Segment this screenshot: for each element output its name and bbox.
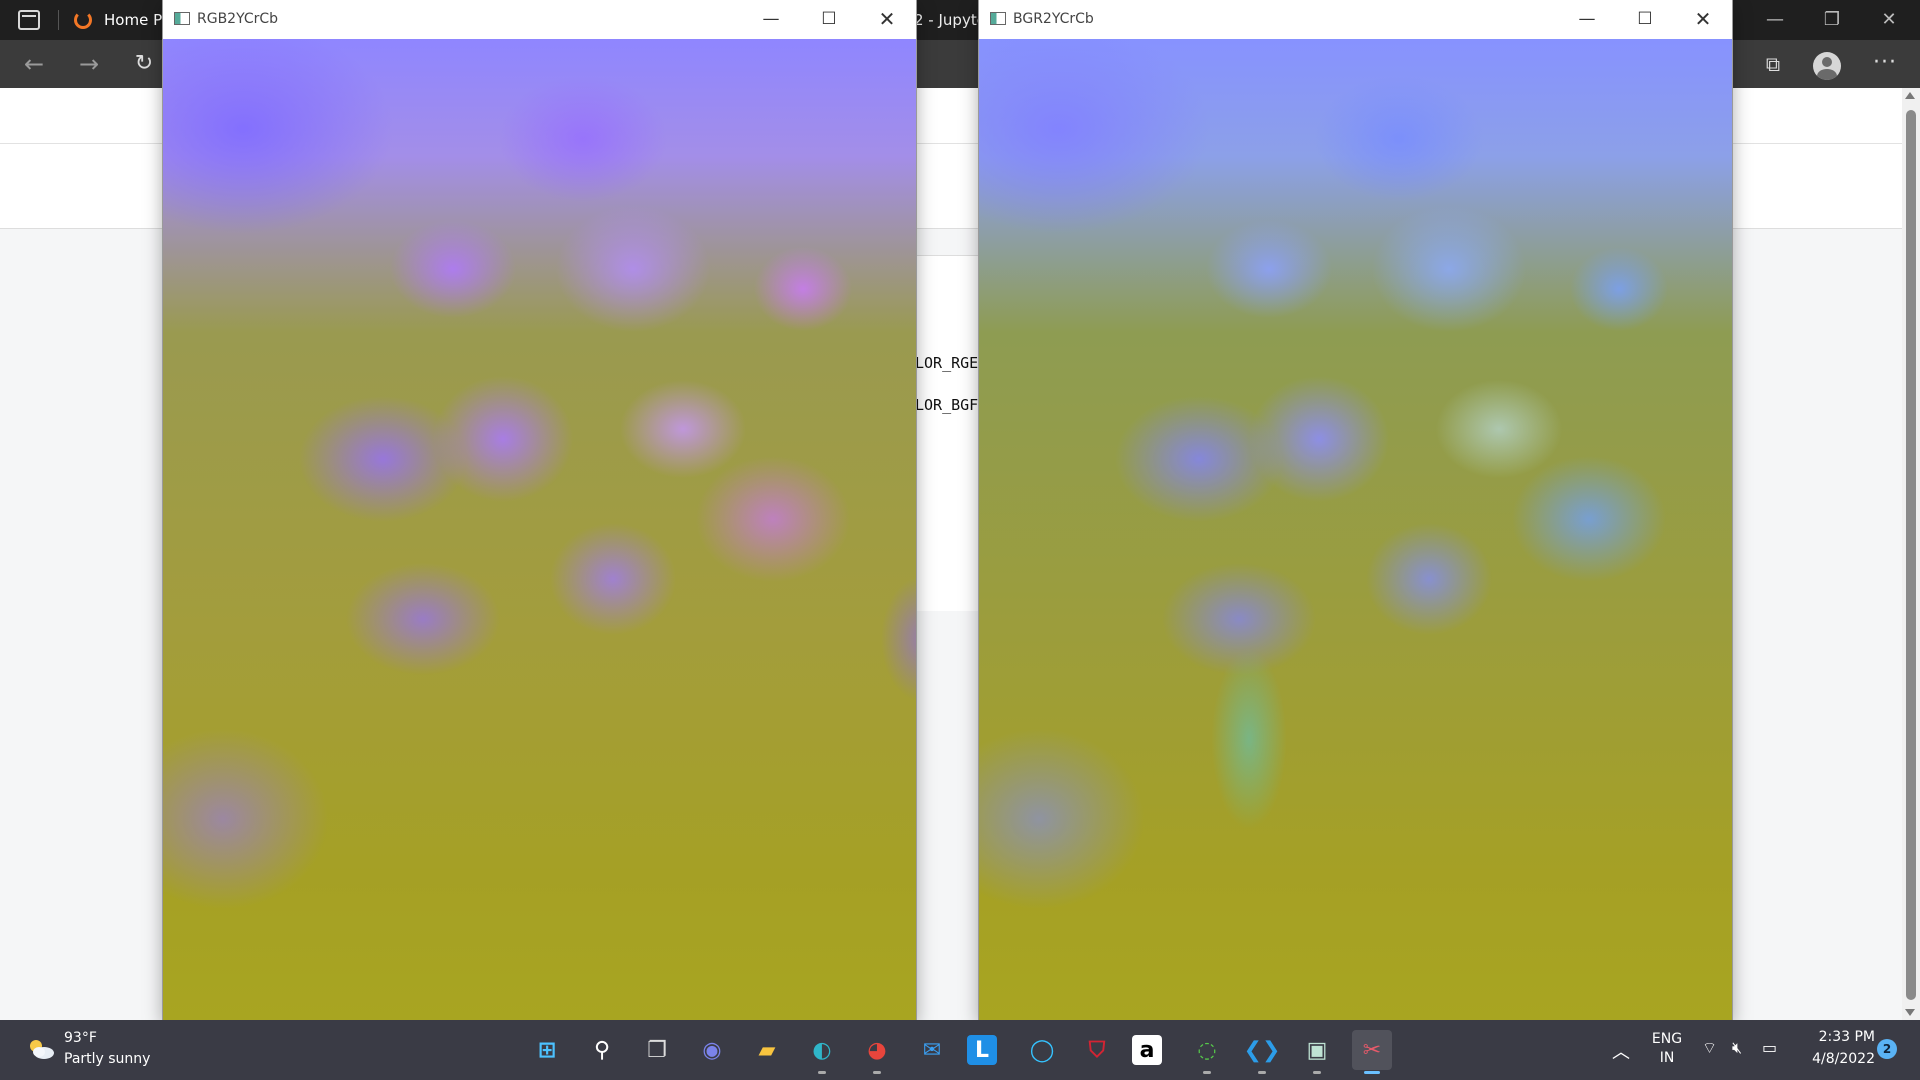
- running-indicator: [1364, 1071, 1380, 1074]
- code-line-1: LOR_RGE: [915, 354, 979, 372]
- ycrcb-flower-image: [979, 39, 1732, 1020]
- snipping-tool-icon[interactable]: ✂: [1352, 1030, 1392, 1074]
- ycrcb-flower-image: [163, 39, 916, 1020]
- tab-divider: [58, 10, 59, 30]
- mail-glyph: ✉: [922, 1037, 942, 1063]
- scroll-down-icon[interactable]: [1905, 1009, 1915, 1016]
- python-window-icon[interactable]: ▣: [1297, 1030, 1337, 1074]
- taskbar: 93°F Partly sunny ⊞ ⚲ ❐ ◉ ▰ ◐ ◕ ✉ L ◯ ⛉ a ◌ ❮❯ ▣ ✂ ︿ EN…: [0, 1020, 1920, 1080]
- more-options-icon[interactable]: ···: [1868, 48, 1902, 80]
- code-line-2: LOR_BGF: [915, 396, 979, 414]
- teams-chat-glyph: ◉: [702, 1037, 722, 1063]
- window-app-icon: [990, 12, 1006, 25]
- partly-sunny-icon[interactable]: [26, 1037, 56, 1061]
- maximize-button[interactable]: ☐: [1616, 0, 1674, 39]
- task-view-icon[interactable]: ❐: [637, 1030, 677, 1070]
- minimize-button[interactable]: —: [742, 0, 800, 39]
- vscode-glyph: ❮❯: [1243, 1037, 1281, 1063]
- refresh-icon[interactable]: ↻: [127, 48, 161, 80]
- loader-glyph: ◌: [1197, 1037, 1217, 1063]
- wifi-icon[interactable]: ⌔: [1702, 1038, 1717, 1058]
- region-code: IN: [1659, 1050, 1675, 1066]
- notebook-code-cell[interactable]: LOR_RGE LOR_BGF: [913, 255, 979, 611]
- cortana-icon[interactable]: ◯: [1022, 1030, 1062, 1070]
- chrome-icon[interactable]: ◕: [857, 1030, 897, 1074]
- window-titlebar[interactable]: RGB2YCrCb — ☐ ✕: [163, 0, 916, 39]
- search-glyph: ⚲: [593, 1037, 611, 1063]
- loader-icon[interactable]: ◌: [1187, 1030, 1227, 1074]
- scroll-up-icon[interactable]: [1905, 92, 1915, 99]
- rgb2ycrcb-window[interactable]: RGB2YCrCb — ☐ ✕: [163, 0, 916, 1020]
- collections-icon[interactable]: ⧉: [1756, 48, 1790, 80]
- browser-close-button[interactable]: ✕: [1861, 0, 1917, 40]
- battery-icon[interactable]: ▭: [1762, 1038, 1777, 1057]
- file-explorer-glyph: ▰: [758, 1037, 776, 1063]
- chrome-glyph: ◕: [867, 1037, 887, 1063]
- mcafee-icon[interactable]: ⛉: [1077, 1030, 1117, 1070]
- window-title: BGR2YCrCb: [1013, 11, 1094, 27]
- bgr2ycrcb-window[interactable]: BGR2YCrCb — ☐ ✕: [979, 0, 1732, 1020]
- window-titlebar[interactable]: BGR2YCrCb — ☐ ✕: [979, 0, 1732, 39]
- input-language[interactable]: ENG IN: [1650, 1030, 1684, 1068]
- task-view-glyph: ❐: [647, 1037, 667, 1063]
- mail-icon[interactable]: ✉: [912, 1030, 952, 1070]
- running-indicator: [818, 1071, 826, 1074]
- snipping-tool-glyph: ✂: [1362, 1037, 1382, 1063]
- browser-tab-label: Home Pa: [104, 11, 171, 29]
- weather-temperature[interactable]: 93°F: [64, 1030, 97, 1046]
- lightshot-glyph: L: [974, 1037, 990, 1063]
- running-indicator: [1203, 1071, 1211, 1074]
- running-indicator: [873, 1071, 881, 1074]
- search-icon[interactable]: ⚲: [582, 1030, 622, 1070]
- start-glyph: ⊞: [537, 1037, 557, 1063]
- clock-time[interactable]: 2:33 PM: [1805, 1029, 1875, 1045]
- browser-tab-jupyter[interactable]: 2 - Jupyte: [914, 6, 986, 34]
- volume-muted-icon[interactable]: 🔇︎: [1732, 1038, 1742, 1058]
- browser-restore-button[interactable]: ❐: [1804, 0, 1860, 40]
- maximize-button[interactable]: ☐: [800, 0, 858, 39]
- vscode-icon[interactable]: ❮❯: [1242, 1030, 1282, 1074]
- weather-description[interactable]: Partly sunny: [64, 1051, 150, 1067]
- window-title: RGB2YCrCb: [197, 11, 279, 27]
- edge-glyph: ◐: [812, 1037, 832, 1063]
- teams-chat-icon[interactable]: ◉: [692, 1030, 732, 1070]
- file-explorer-icon[interactable]: ▰: [747, 1030, 787, 1070]
- language-code: ENG: [1651, 1031, 1683, 1047]
- forward-arrow-icon[interactable]: →: [72, 48, 106, 80]
- back-arrow-icon[interactable]: ←: [17, 48, 51, 80]
- running-indicator: [1258, 1071, 1266, 1074]
- minimize-button[interactable]: —: [1558, 0, 1616, 39]
- amazon-glyph: a: [1139, 1037, 1155, 1063]
- close-button[interactable]: ✕: [858, 0, 916, 39]
- tab-actions-icon[interactable]: [18, 10, 40, 30]
- amazon-icon[interactable]: a: [1132, 1035, 1162, 1065]
- profile-avatar-icon[interactable]: [1813, 52, 1841, 80]
- cortana-glyph: ◯: [1029, 1037, 1055, 1063]
- chevron-up-icon[interactable]: ︿: [1612, 1038, 1630, 1064]
- window-app-icon: [174, 12, 190, 25]
- browser-minimize-button[interactable]: —: [1747, 0, 1803, 40]
- running-indicator: [1313, 1071, 1321, 1074]
- python-window-glyph: ▣: [1306, 1037, 1328, 1063]
- clock-date[interactable]: 4/8/2022: [1795, 1051, 1875, 1067]
- scroll-thumb[interactable]: [1906, 110, 1916, 1000]
- page-scrollbar[interactable]: [1902, 88, 1920, 1020]
- jupyter-icon: [74, 11, 92, 29]
- lightshot-icon[interactable]: L: [967, 1035, 997, 1065]
- start-icon[interactable]: ⊞: [527, 1030, 567, 1070]
- notification-badge[interactable]: 2: [1877, 1039, 1897, 1059]
- edge-icon[interactable]: ◐: [802, 1030, 842, 1074]
- close-button[interactable]: ✕: [1674, 0, 1732, 39]
- mcafee-glyph: ⛉: [1088, 1037, 1106, 1063]
